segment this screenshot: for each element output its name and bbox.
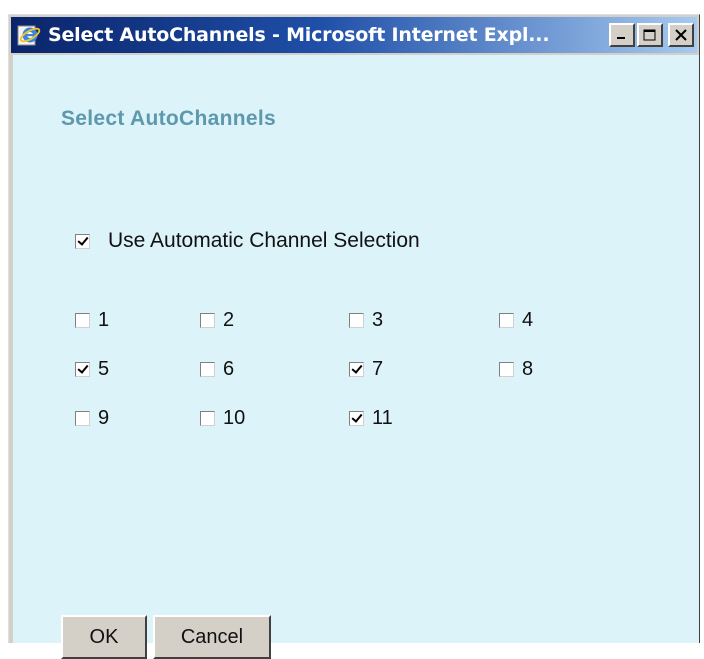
channel-checkbox[interactable]: [499, 313, 514, 328]
page-title: Select AutoChannels: [61, 107, 276, 130]
channel-option-11[interactable]: 11: [349, 407, 393, 430]
channel-option-4[interactable]: 4: [499, 309, 533, 332]
close-button[interactable]: [668, 23, 694, 47]
channel-checkbox[interactable]: [200, 362, 215, 377]
channel-option-6[interactable]: 6: [200, 358, 234, 381]
ok-button[interactable]: OK: [61, 615, 147, 659]
maximize-button[interactable]: [637, 23, 663, 47]
auto-selection-label: Use Automatic Channel Selection: [108, 229, 420, 252]
channel-label: 10: [223, 407, 246, 429]
channel-label: 8: [522, 358, 534, 380]
title-bar[interactable]: Select AutoChannels - Microsoft Internet…: [11, 17, 697, 53]
channel-checkbox[interactable]: [75, 313, 90, 328]
maximize-icon: [643, 29, 656, 41]
minimize-button[interactable]: [609, 23, 635, 47]
channel-checkbox[interactable]: [200, 411, 215, 426]
channel-label: 9: [98, 407, 110, 429]
minimize-icon: [617, 37, 625, 39]
channel-checkbox[interactable]: [499, 362, 514, 377]
channel-checkbox[interactable]: [200, 313, 215, 328]
channel-label: 7: [372, 358, 384, 380]
dialog-content: Select AutoChannels Use Automatic Channe…: [13, 55, 699, 659]
channel-label: 4: [522, 309, 534, 331]
channel-checkbox[interactable]: [349, 362, 364, 377]
channel-option-1[interactable]: 1: [75, 309, 109, 332]
channel-label: 11: [372, 407, 393, 429]
ie-icon: [16, 22, 42, 48]
auto-selection-option[interactable]: Use Automatic Channel Selection: [75, 229, 420, 253]
channel-checkbox[interactable]: [75, 411, 90, 426]
channel-label: 5: [98, 358, 110, 380]
close-icon: [675, 29, 687, 41]
channel-option-5[interactable]: 5: [75, 358, 109, 381]
channel-checkbox[interactable]: [75, 362, 90, 377]
channel-option-7[interactable]: 7: [349, 358, 383, 381]
channel-label: 1: [98, 309, 110, 331]
channel-label: 6: [223, 358, 235, 380]
channel-option-2[interactable]: 2: [200, 309, 234, 332]
channel-checkbox[interactable]: [349, 411, 364, 426]
window-title: Select AutoChannels - Microsoft Internet…: [48, 24, 550, 46]
channel-option-10[interactable]: 10: [200, 407, 245, 430]
channel-checkbox[interactable]: [349, 313, 364, 328]
channel-option-9[interactable]: 9: [75, 407, 109, 430]
channel-label: 3: [372, 309, 384, 331]
channel-option-8[interactable]: 8: [499, 358, 533, 381]
channel-option-3[interactable]: 3: [349, 309, 383, 332]
auto-selection-checkbox[interactable]: [75, 233, 90, 249]
channel-label: 2: [223, 309, 235, 331]
cancel-button[interactable]: Cancel: [153, 615, 271, 659]
browser-popup-window: Select AutoChannels - Microsoft Internet…: [8, 14, 700, 659]
